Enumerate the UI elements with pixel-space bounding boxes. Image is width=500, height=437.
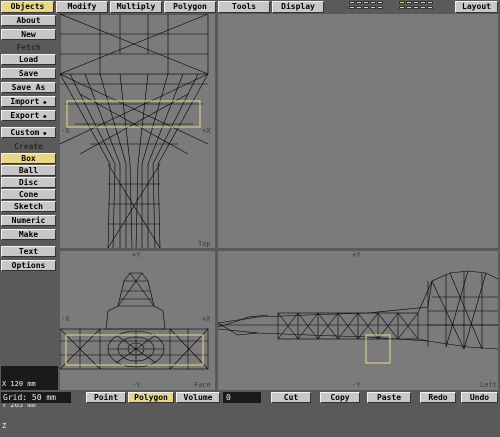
top-view-wireframe bbox=[60, 14, 209, 248]
axis-left-label: -X bbox=[61, 127, 70, 135]
viewport-name-left: Left bbox=[480, 381, 497, 389]
tab-objects[interactable]: Objects bbox=[1, 1, 54, 13]
numeric-button[interactable]: Numeric bbox=[1, 215, 56, 226]
point-mode-button[interactable]: Point bbox=[86, 392, 126, 403]
redo-button[interactable]: Redo bbox=[420, 392, 456, 403]
volume-mode-button[interactable]: Volume bbox=[176, 392, 220, 403]
axis-bottom-label: -Y bbox=[132, 381, 141, 389]
top-menu-bar: Objects Modify Multiply Polygon Tools Di… bbox=[0, 0, 500, 14]
viewport-perspective[interactable] bbox=[218, 14, 498, 248]
cone-button[interactable]: Cone bbox=[1, 189, 56, 200]
left-toolbar: About New Fetch Load Save Save As Import… bbox=[0, 14, 57, 390]
fetch-label: Fetch bbox=[16, 43, 41, 52]
load-button[interactable]: Load bbox=[1, 54, 56, 65]
layout-button[interactable]: Layout bbox=[455, 1, 498, 13]
tab-display[interactable]: Display bbox=[272, 1, 324, 13]
axis-top-label: +Y bbox=[352, 251, 361, 259]
options-button[interactable]: Options bbox=[1, 260, 56, 271]
viewport-name-top: Top bbox=[198, 240, 211, 248]
coord-x: X 120 mm bbox=[2, 380, 36, 388]
tab-tools[interactable]: Tools bbox=[218, 1, 270, 13]
undo-button[interactable]: Undo bbox=[461, 392, 498, 403]
save-as-button[interactable]: Save As bbox=[1, 82, 56, 93]
cut-button[interactable]: Cut bbox=[271, 392, 311, 403]
viewport-left[interactable]: +Y -Y Left bbox=[218, 251, 498, 390]
box-button[interactable]: Box bbox=[1, 153, 56, 164]
axis-right-label: +X bbox=[202, 315, 211, 323]
ball-button[interactable]: Ball bbox=[1, 165, 56, 176]
sketch-button[interactable]: Sketch bbox=[1, 201, 56, 212]
viewport-face[interactable]: +Y -X +X -Y Face bbox=[60, 251, 215, 390]
grid-size: Grid: 50 mm bbox=[1, 392, 71, 403]
make-button[interactable]: Make bbox=[1, 229, 56, 240]
about-button[interactable]: About bbox=[1, 15, 56, 26]
new-button[interactable]: New bbox=[1, 29, 56, 40]
bottom-status-bar: Grid: 50 mm Point Polygon Volume 0 Cut C… bbox=[0, 390, 500, 404]
face-view-wireframe bbox=[60, 272, 209, 370]
tab-multiply[interactable]: Multiply bbox=[110, 1, 162, 13]
axis-left-label: -X bbox=[61, 315, 70, 323]
export-dropdown[interactable]: Export bbox=[1, 110, 56, 121]
axis-top-label: +Y bbox=[132, 251, 141, 259]
viewport-top[interactable]: -X +X Top bbox=[60, 14, 215, 248]
create-label: Create bbox=[14, 142, 43, 151]
coord-z: Z bbox=[2, 422, 7, 430]
text-button[interactable]: Text bbox=[1, 246, 56, 257]
axis-bottom-label: -Y bbox=[352, 381, 361, 389]
selection-count: 0 bbox=[223, 392, 261, 403]
tab-modify[interactable]: Modify bbox=[56, 1, 108, 13]
axis-right-label: +X bbox=[202, 127, 211, 135]
disc-button[interactable]: Disc bbox=[1, 177, 56, 188]
layer-selector[interactable] bbox=[349, 1, 449, 13]
save-button[interactable]: Save bbox=[1, 68, 56, 79]
left-view-wireframe bbox=[218, 270, 498, 364]
viewport-name-face: Face bbox=[194, 381, 211, 389]
paste-button[interactable]: Paste bbox=[367, 392, 411, 403]
import-dropdown[interactable]: Import bbox=[1, 96, 56, 107]
custom-dropdown[interactable]: Custom bbox=[1, 127, 56, 138]
copy-button[interactable]: Copy bbox=[320, 392, 360, 403]
polygon-mode-button[interactable]: Polygon bbox=[128, 392, 174, 403]
coordinate-readout: X 120 mm Y 265 mm Z bbox=[1, 366, 58, 430]
tab-polygon[interactable]: Polygon bbox=[164, 1, 216, 13]
